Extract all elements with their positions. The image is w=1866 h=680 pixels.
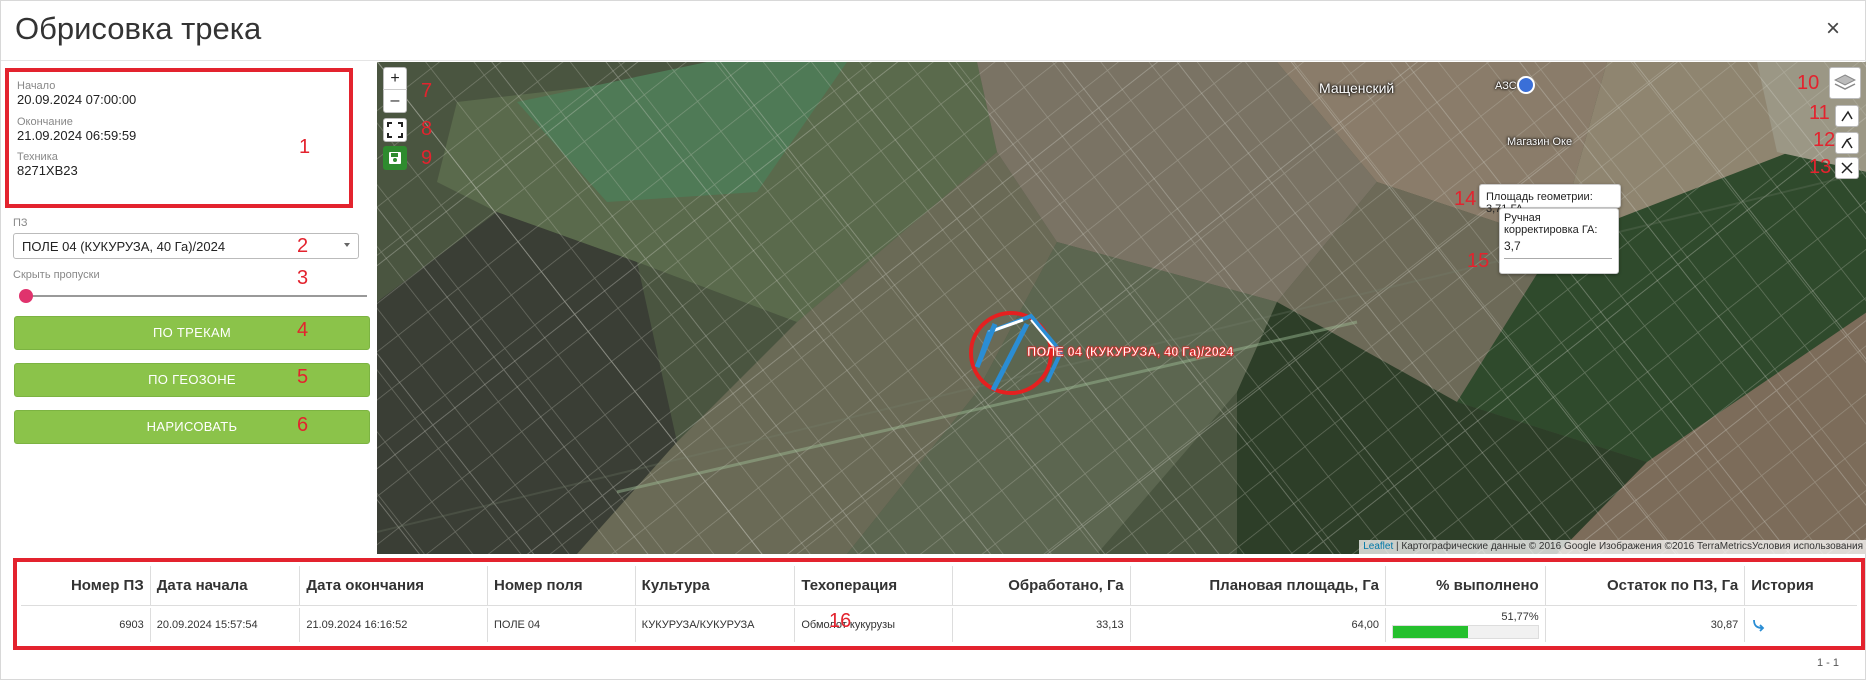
town-label: Мащенский [1319, 80, 1395, 96]
track-info-box: Начало 20.09.2024 07:00:00 Окончание 21.… [5, 68, 353, 208]
column-header[interactable]: Номер поля [488, 566, 636, 605]
column-header[interactable]: Остаток по ПЗ, Га [1546, 566, 1746, 605]
annotation-11: 11 [1809, 102, 1830, 124]
processed-value: 33,13 [1096, 619, 1124, 631]
pz-select-value: ПОЛЕ 04 (КУКУРУЗА, 40 Га)/2024 [22, 239, 226, 254]
attribution-text: | Картографические данные © 2016 Google … [1393, 541, 1863, 552]
remaining-cell: 30,87 [1546, 608, 1746, 642]
modal-title: Обрисовка трека [15, 11, 262, 46]
zoom-out-button[interactable]: – [383, 90, 407, 112]
column-header[interactable]: Культура [636, 566, 796, 605]
pager: 1 - 1 [1816, 657, 1839, 669]
save-icon [389, 152, 401, 164]
chevron-down-icon [344, 243, 350, 247]
pz-label: ПЗ [13, 217, 28, 229]
column-header[interactable]: Дата окончания [300, 566, 488, 605]
annotation-2: 2 [297, 235, 309, 257]
percent-cell: 51,77% [1386, 608, 1546, 642]
close-icon[interactable]: × [1821, 17, 1845, 41]
annotation-4: 4 [297, 319, 309, 341]
left-panel: Начало 20.09.2024 07:00:00 Окончание 21.… [1, 62, 376, 554]
start-label: Начало [17, 80, 56, 92]
field-cell: ПОЛЕ 04 [488, 608, 636, 642]
column-header[interactable]: Номер ПЗ [21, 566, 151, 605]
annotation-7: 7 [421, 80, 433, 102]
annotation-10: 10 [1797, 72, 1820, 94]
column-header[interactable]: % выполнено [1386, 566, 1546, 605]
column-header[interactable]: История [1745, 566, 1857, 605]
hide-gaps-slider-track[interactable] [23, 295, 367, 297]
scissors-icon [1841, 162, 1853, 174]
annotation-16: 16 [829, 610, 852, 632]
pz-number-cell: 6903 [21, 608, 151, 642]
edit-shape-icon [1841, 137, 1853, 149]
leaflet-link[interactable]: Leaflet [1363, 541, 1393, 552]
edit-geometry-button[interactable] [1835, 132, 1859, 154]
zoom-control: + – [383, 67, 407, 113]
end-label: Окончание [17, 116, 73, 128]
fullscreen-button[interactable] [383, 118, 407, 142]
date-end-cell: 21.09.2024 16:16:52 [300, 608, 488, 642]
operation-cell: Обмолот кукурузы [795, 608, 953, 642]
history-cell [1745, 608, 1857, 642]
annotation-15: 15 [1467, 250, 1490, 272]
annotation-3: 3 [297, 267, 309, 289]
azs-label: АЗС [1495, 80, 1517, 92]
start-value: 20.09.2024 07:00:00 [17, 92, 137, 107]
processed-cell: 33,13 [953, 608, 1131, 642]
by-tracks-button[interactable]: ПО ТРЕКАМ [14, 316, 370, 350]
annotation-9: 9 [421, 147, 433, 169]
pz-table: Номер ПЗ Дата начала Дата окончания Номе… [13, 558, 1865, 650]
layers-icon [1834, 74, 1856, 90]
annotation-14: 14 [1454, 188, 1477, 210]
column-header[interactable]: Плановая площадь, Га [1131, 566, 1387, 605]
history-arrow-icon[interactable] [1751, 618, 1767, 632]
draw-line-icon [1841, 110, 1853, 122]
planned-cell: 64,00 [1131, 608, 1387, 642]
date-start-cell: 20.09.2024 15:57:54 [151, 608, 301, 642]
by-geozone-button[interactable]: ПО ГЕОЗОНЕ [14, 363, 370, 397]
annotation-5: 5 [297, 366, 309, 388]
annotation-12: 12 [1813, 129, 1836, 151]
manual-correction-card: Ручная корректировка ГА: 3,7 [1499, 208, 1619, 274]
zoom-in-button[interactable]: + [383, 68, 407, 90]
layers-button[interactable] [1829, 67, 1861, 99]
draw-polyline-button[interactable] [1835, 105, 1859, 127]
fullscreen-icon [387, 122, 403, 138]
annotation-8: 8 [421, 118, 433, 140]
shop-label: Магазин Оке [1507, 136, 1573, 148]
map-attribution: Leaflet | Картографические данные © 2016… [1359, 540, 1866, 554]
draw-button[interactable]: НАРИСОВАТЬ [14, 410, 370, 444]
geometry-area-card: Площадь геометрии: 3,71 ГА [1479, 184, 1621, 215]
manual-correction-label: Ручная корректировка ГА: [1504, 212, 1598, 236]
manual-correction-input[interactable]: 3,7 [1504, 235, 1612, 259]
machine-label: Техника [17, 151, 58, 163]
table-row[interactable]: 6903 20.09.2024 15:57:54 21.09.2024 16:1… [21, 608, 1857, 642]
modal-header: Обрисовка трека × [1, 1, 1866, 61]
satellite-map[interactable]: + – 7 8 9 Мащенский АЗС Магазин Оке 10 1… [377, 62, 1866, 554]
annotation-1: 1 [299, 136, 311, 158]
progress-fill [1393, 626, 1468, 638]
percent-text: 51,77% [1501, 611, 1539, 623]
field-label: ПОЛЕ 04 (КУКУРУЗА, 40 Га)/2024 [1027, 344, 1234, 360]
column-header[interactable]: Дата начала [151, 566, 301, 605]
annotation-13: 13 [1809, 156, 1832, 178]
machine-value: 8271ХВ23 [17, 163, 78, 178]
cut-geometry-button[interactable] [1835, 157, 1859, 179]
gas-station-icon [1517, 76, 1535, 94]
column-header[interactable]: Обработано, Га [953, 566, 1131, 605]
table-header: Номер ПЗ Дата начала Дата окончания Номе… [21, 566, 1857, 606]
track-outline-modal: Обрисовка трека × Начало 20.09.2024 07:0… [0, 0, 1866, 680]
crop-cell: КУКУРУЗА/КУКУРУЗА [636, 608, 796, 642]
map-imagery [377, 62, 1866, 554]
progress-bar [1392, 625, 1539, 639]
progress-wrap: 51,77% [1392, 608, 1539, 642]
annotation-6: 6 [297, 414, 309, 436]
hide-gaps-label: Скрыть пропуски [13, 269, 100, 281]
hide-gaps-slider-thumb[interactable] [19, 289, 33, 303]
column-header[interactable]: Техоперация [795, 566, 953, 605]
save-button[interactable] [383, 146, 407, 170]
end-value: 21.09.2024 06:59:59 [17, 128, 137, 143]
